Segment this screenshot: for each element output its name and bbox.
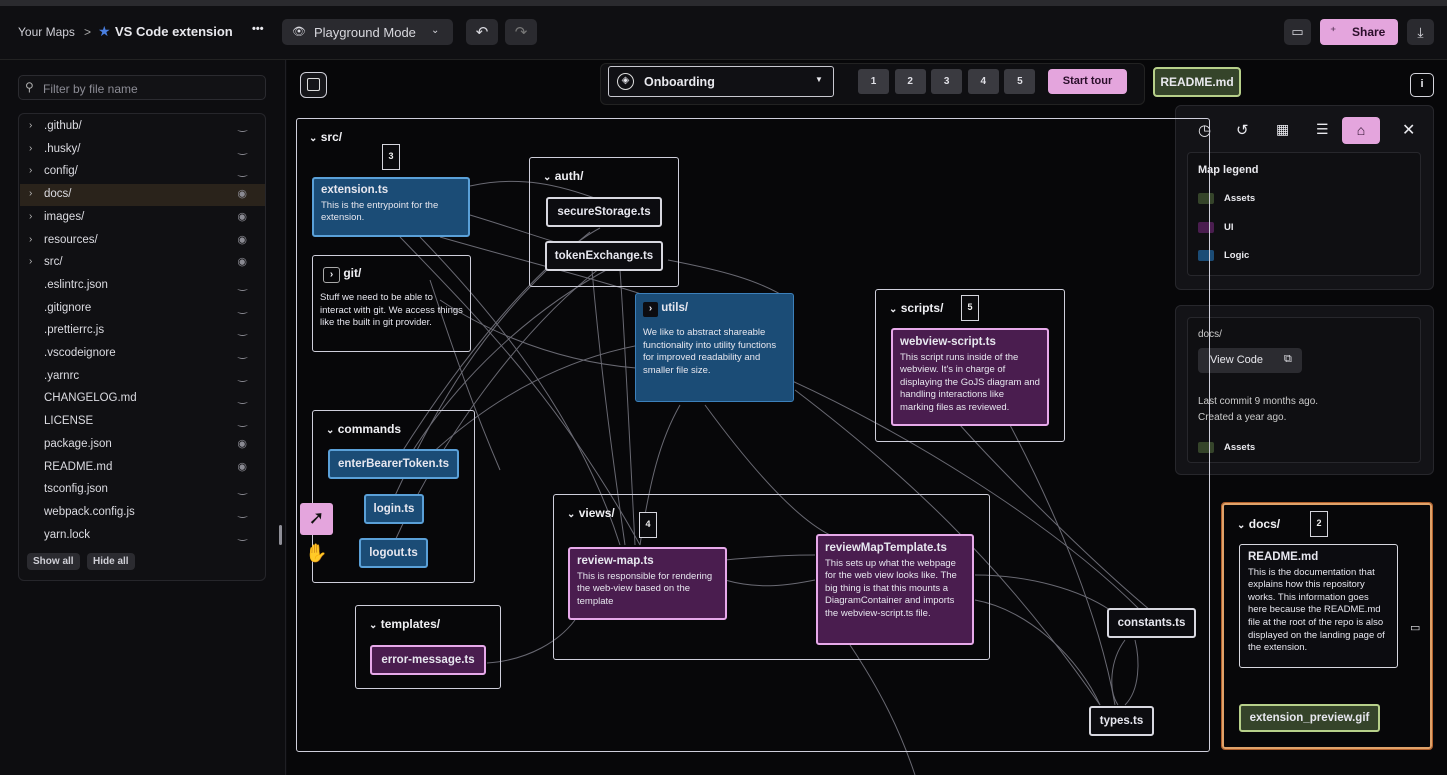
badge-views: 4 — [639, 512, 657, 538]
group-templates-label[interactable]: ⌄ templates/ — [369, 617, 440, 631]
group-src-label[interactable]: ⌄ src/ — [309, 130, 342, 144]
node-constants-title: constants.ts — [1117, 617, 1186, 629]
group-views-label[interactable]: ⌄ views/ — [567, 506, 615, 520]
git-description: Stuff we need to be able to interact wit… — [320, 292, 463, 329]
node-token-exchange-title: tokenExchange.ts — [554, 250, 654, 262]
pointer-tool-button[interactable]: ➚ — [300, 503, 333, 535]
legend-label: Assets — [1224, 193, 1256, 204]
node-logout[interactable]: logout.ts — [359, 538, 428, 568]
badge-docs: 2 — [1310, 511, 1328, 537]
node-enter-bearer-token-title: enterBearerToken.ts — [338, 458, 449, 470]
node-login[interactable]: login.ts — [364, 494, 424, 524]
node-webview-script-title: webview-script.ts — [900, 336, 996, 348]
node-review-map-template-title: reviewMapTemplate.ts — [825, 542, 947, 554]
node-readme[interactable]: README.md This is the documentation that… — [1239, 544, 1398, 668]
tour-select[interactable]: ◈ Onboarding ▼ — [608, 66, 834, 97]
node-extension[interactable]: extension.ts This is the entrypoint for … — [312, 177, 470, 237]
view-code-label: View Code — [1210, 354, 1263, 366]
list-icon[interactable]: ☰ — [1316, 121, 1329, 138]
chevron-right-icon: › — [643, 302, 658, 317]
node-token-exchange[interactable]: tokenExchange.ts — [545, 241, 663, 271]
external-link-icon: ⧉ — [1284, 353, 1292, 365]
close-icon[interactable]: ✕ — [1402, 120, 1415, 140]
hand-icon: ✋ — [305, 543, 328, 563]
chevron-down-icon: ⌄ — [326, 425, 335, 436]
details-tag: Assets — [1224, 442, 1256, 453]
chevron-down-icon: ⌄ — [369, 620, 378, 631]
caret-down-icon: ▼ — [815, 75, 823, 84]
tour-name: Onboarding — [644, 75, 715, 89]
chevron-down-icon: ⌄ — [889, 304, 898, 315]
badge-scripts: 5 — [961, 295, 979, 321]
group-scripts-label[interactable]: ⌄ scripts/ — [889, 301, 943, 315]
tour-step-button[interactable]: 3 — [931, 69, 963, 94]
legend-label: Logic — [1224, 250, 1250, 261]
node-webview-script-desc: This script runs inside of the webview. … — [900, 351, 1040, 413]
group-docs-label[interactable]: ⌄ docs/ — [1237, 517, 1280, 531]
node-readme-desc: This is the documentation that explains … — [1248, 566, 1385, 654]
legend-label: UI — [1224, 221, 1234, 233]
start-tour-button[interactable]: Start tour — [1048, 69, 1127, 94]
tour-step-button[interactable]: 4 — [967, 69, 999, 94]
group-auth-label[interactable]: ⌄ auth/ — [543, 169, 583, 183]
node-logout-title: logout.ts — [369, 547, 418, 559]
tour-step-button[interactable]: 2 — [894, 69, 926, 94]
toggle-sidebar-button[interactable] — [300, 72, 327, 98]
node-review-map-desc: This is responsible for rendering the we… — [577, 570, 713, 607]
node-utils-title: › utils/ — [643, 302, 786, 317]
tag-icon[interactable]: ⌂ — [1342, 117, 1380, 144]
chevron-down-icon: ⌄ — [309, 133, 318, 144]
node-constants[interactable]: constants.ts — [1107, 608, 1196, 638]
node-extension-preview[interactable]: extension_preview.gif — [1239, 704, 1380, 732]
node-review-map-template[interactable]: reviewMapTemplate.ts This sets up what t… — [816, 534, 974, 645]
node-readme-title: README.md — [1248, 551, 1319, 563]
tour-step-button[interactable]: 1 — [858, 69, 889, 94]
pan-tool-button[interactable]: ✋ — [300, 537, 333, 569]
view-code-button[interactable]: View Code ⧉ — [1198, 348, 1302, 373]
last-commit: Last commit 9 months ago. — [1198, 396, 1319, 407]
node-extension-title: extension.ts — [321, 184, 389, 196]
node-extension-preview-title: extension_preview.gif — [1249, 712, 1370, 724]
chevron-down-icon: ⌄ — [1237, 520, 1246, 531]
node-error-message[interactable]: error-message.ts — [370, 645, 486, 675]
node-types[interactable]: types.ts — [1089, 706, 1154, 736]
readme-tour-node[interactable]: README.md — [1153, 67, 1241, 97]
comment-icon[interactable]: ▭ — [1410, 621, 1420, 634]
history-icon[interactable]: ↺ — [1236, 121, 1249, 139]
info-icon[interactable]: i — [1410, 73, 1434, 97]
compass-icon: ◈ — [617, 73, 634, 90]
map-legend: Map legend Assets UI Logic — [1187, 152, 1421, 276]
node-secure-storage-title: secureStorage.ts — [557, 206, 651, 218]
created-date: Created a year ago. — [1198, 412, 1287, 423]
node-extension-desc: This is the entrypoint for the extension… — [321, 199, 439, 224]
chevron-down-icon: ⌄ — [543, 172, 552, 183]
chevron-down-icon: ⌄ — [567, 509, 576, 520]
calendar-icon[interactable]: ▦ — [1276, 121, 1289, 138]
node-review-map-template-desc: This sets up what the webpage for the we… — [825, 557, 957, 619]
node-utils-desc: We like to abstract shareable functional… — [643, 327, 777, 376]
node-secure-storage[interactable]: secureStorage.ts — [546, 197, 662, 227]
node-review-map[interactable]: review-map.ts This is responsible for re… — [568, 547, 727, 620]
node-error-message-title: error-message.ts — [381, 654, 475, 666]
node-utils[interactable]: › utils/ We like to abstract shareable f… — [635, 293, 794, 402]
sidebar-icon — [307, 78, 320, 91]
node-review-map-title: review-map.ts — [577, 555, 654, 567]
group-git-label[interactable]: › git/ — [323, 266, 361, 283]
cursor-icon: ➚ — [308, 508, 325, 529]
badge-src: 3 — [382, 144, 400, 170]
tour-step-button[interactable]: 5 — [1004, 69, 1036, 94]
node-webview-script[interactable]: webview-script.ts This script runs insid… — [891, 328, 1049, 426]
group-commands-label[interactable]: ⌄ commands — [326, 422, 401, 436]
node-login-title: login.ts — [373, 503, 415, 515]
node-types-title: types.ts — [1099, 715, 1144, 727]
chevron-right-icon: › — [323, 266, 340, 283]
node-enter-bearer-token[interactable]: enterBearerToken.ts — [328, 449, 459, 479]
panel-tabs: ◷ ↺ ▦ ☰ ⌂ — [1190, 116, 1390, 146]
details-card: docs/ View Code ⧉ Last commit 9 months a… — [1187, 317, 1421, 463]
